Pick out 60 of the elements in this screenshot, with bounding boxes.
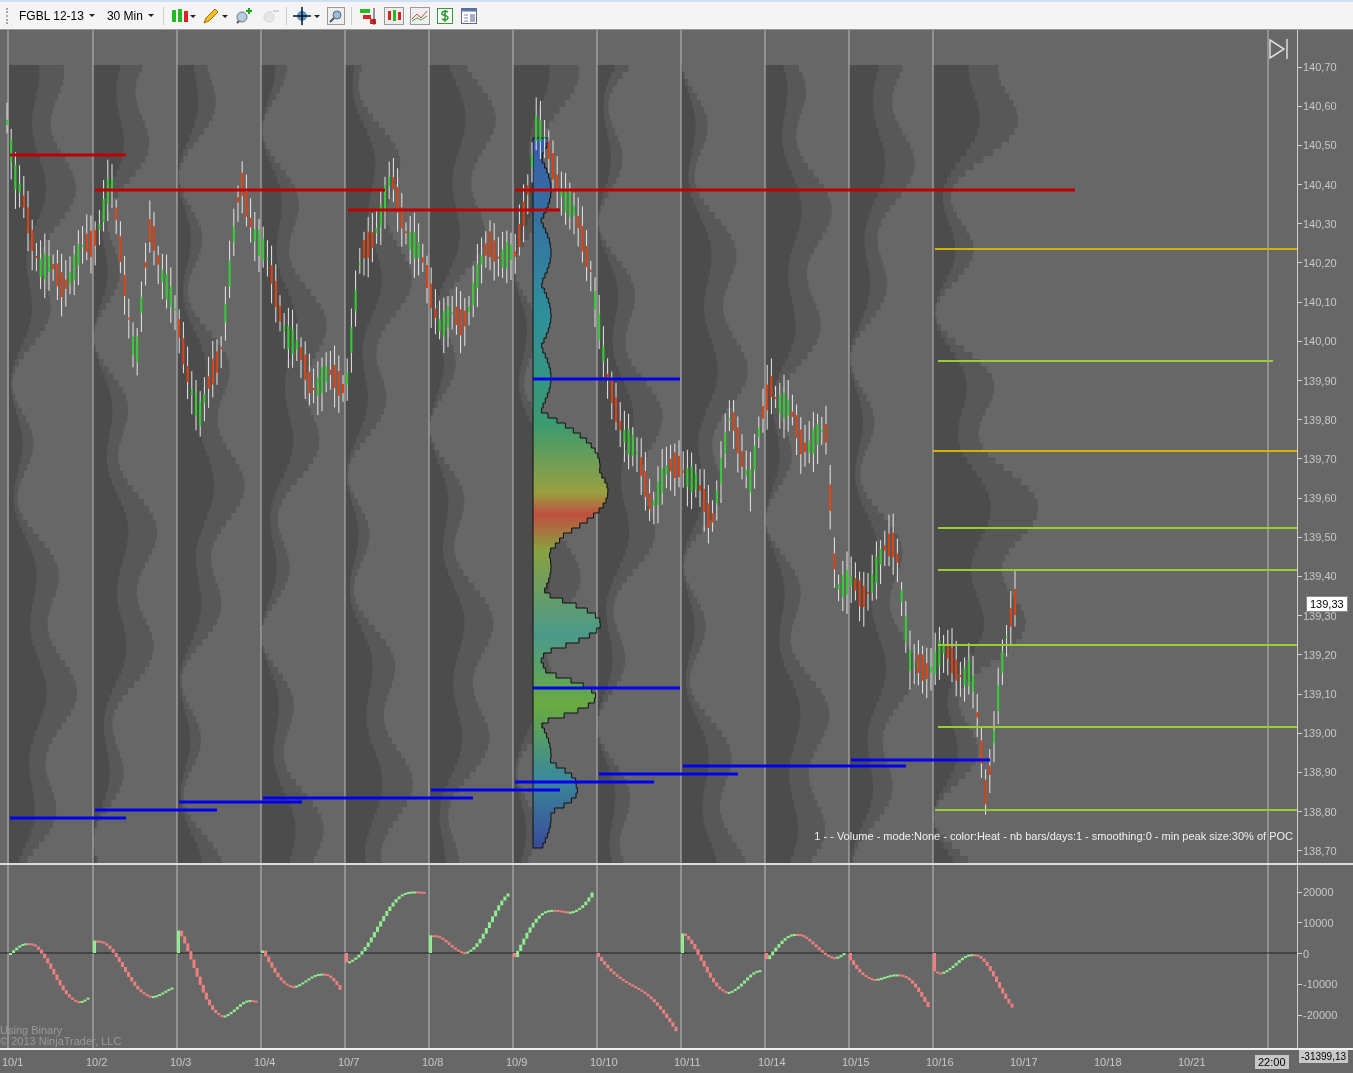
instrument-dropdown[interactable]: FGBL 12-13: [16, 6, 98, 25]
candlestick-icon[interactable]: [169, 6, 196, 25]
current-price-tag: 139,33: [1306, 596, 1348, 612]
indicator-value-label: -10000: [1303, 977, 1338, 992]
bars-icon[interactable]: [357, 6, 378, 25]
price-label: 140,20: [1303, 255, 1337, 270]
dollar-icon[interactable]: [435, 6, 454, 25]
indicator-value-label: 10000: [1303, 915, 1334, 930]
line-chart-icon[interactable]: [409, 6, 430, 25]
caret-icon: [88, 14, 95, 17]
date-label: 10/18: [1094, 1055, 1122, 1068]
date-label: 10/7: [338, 1055, 360, 1068]
pencil-icon[interactable]: [201, 6, 228, 25]
price-label: 140,10: [1303, 295, 1337, 310]
search-icon[interactable]: [326, 6, 345, 25]
interval-dropdown[interactable]: 30 Min: [103, 6, 157, 25]
current-value-tag: -31399,13: [1299, 1050, 1349, 1063]
price-label: 140,30: [1303, 216, 1337, 231]
indicator-value-label: -20000: [1303, 1008, 1338, 1023]
price-label: 139,70: [1303, 451, 1337, 466]
price-label: 140,40: [1303, 177, 1337, 192]
price-label: 139,90: [1303, 373, 1337, 388]
date-label: 10/8: [422, 1055, 444, 1068]
date-label: 10/14: [758, 1055, 786, 1068]
indicator-value-label: 0: [1303, 946, 1310, 961]
price-label: 139,10: [1303, 687, 1337, 701]
date-label: 10/1: [2, 1055, 24, 1068]
skip-to-end-icon[interactable]: [1269, 38, 1288, 60]
date-label: 10/4: [254, 1055, 276, 1068]
date-label: 10/2: [86, 1055, 108, 1068]
price-label: 139,00: [1303, 726, 1337, 741]
date-label: 10/3: [170, 1055, 192, 1068]
indicator-value-label: 20000: [1303, 885, 1334, 899]
date-label: 10/16: [926, 1055, 954, 1068]
price-label: 138,90: [1303, 765, 1337, 780]
indicator-label: 1 - - Volume - mode:None - color:Heat - nb bars/days:1 - smoothing:0 - min peak size:30% of POC: [814, 830, 1293, 842]
zoom-in-icon[interactable]: [233, 6, 254, 25]
price-label: 139,30: [1303, 609, 1337, 623]
date-label: 10/10: [590, 1055, 618, 1068]
crosshair-icon[interactable]: [292, 6, 321, 25]
properties-icon[interactable]: [459, 6, 478, 25]
price-label: 138,70: [1303, 843, 1337, 858]
price-label: 140,60: [1303, 99, 1337, 114]
price-label: 139,60: [1303, 491, 1337, 506]
price-label: 139,40: [1303, 569, 1337, 584]
time-label: 22:00: [1255, 1054, 1289, 1069]
date-label: 10/15: [842, 1055, 870, 1068]
date-label: 10/17: [1010, 1055, 1038, 1068]
caret-icon: [147, 14, 154, 17]
price-label: 139,50: [1303, 530, 1337, 545]
price-label: 140,70: [1303, 60, 1337, 74]
price-label: 140,50: [1303, 138, 1337, 153]
price-label: 139,80: [1303, 412, 1337, 427]
price-label: 139,20: [1303, 647, 1337, 662]
date-label: 10/9: [506, 1055, 528, 1068]
price-label: 138,80: [1303, 804, 1337, 819]
candlestick-chart-icon[interactable]: [383, 6, 404, 25]
date-label: 10/21: [1178, 1055, 1206, 1068]
price-label: 140,00: [1303, 334, 1337, 349]
date-label: 10/11: [674, 1055, 701, 1068]
